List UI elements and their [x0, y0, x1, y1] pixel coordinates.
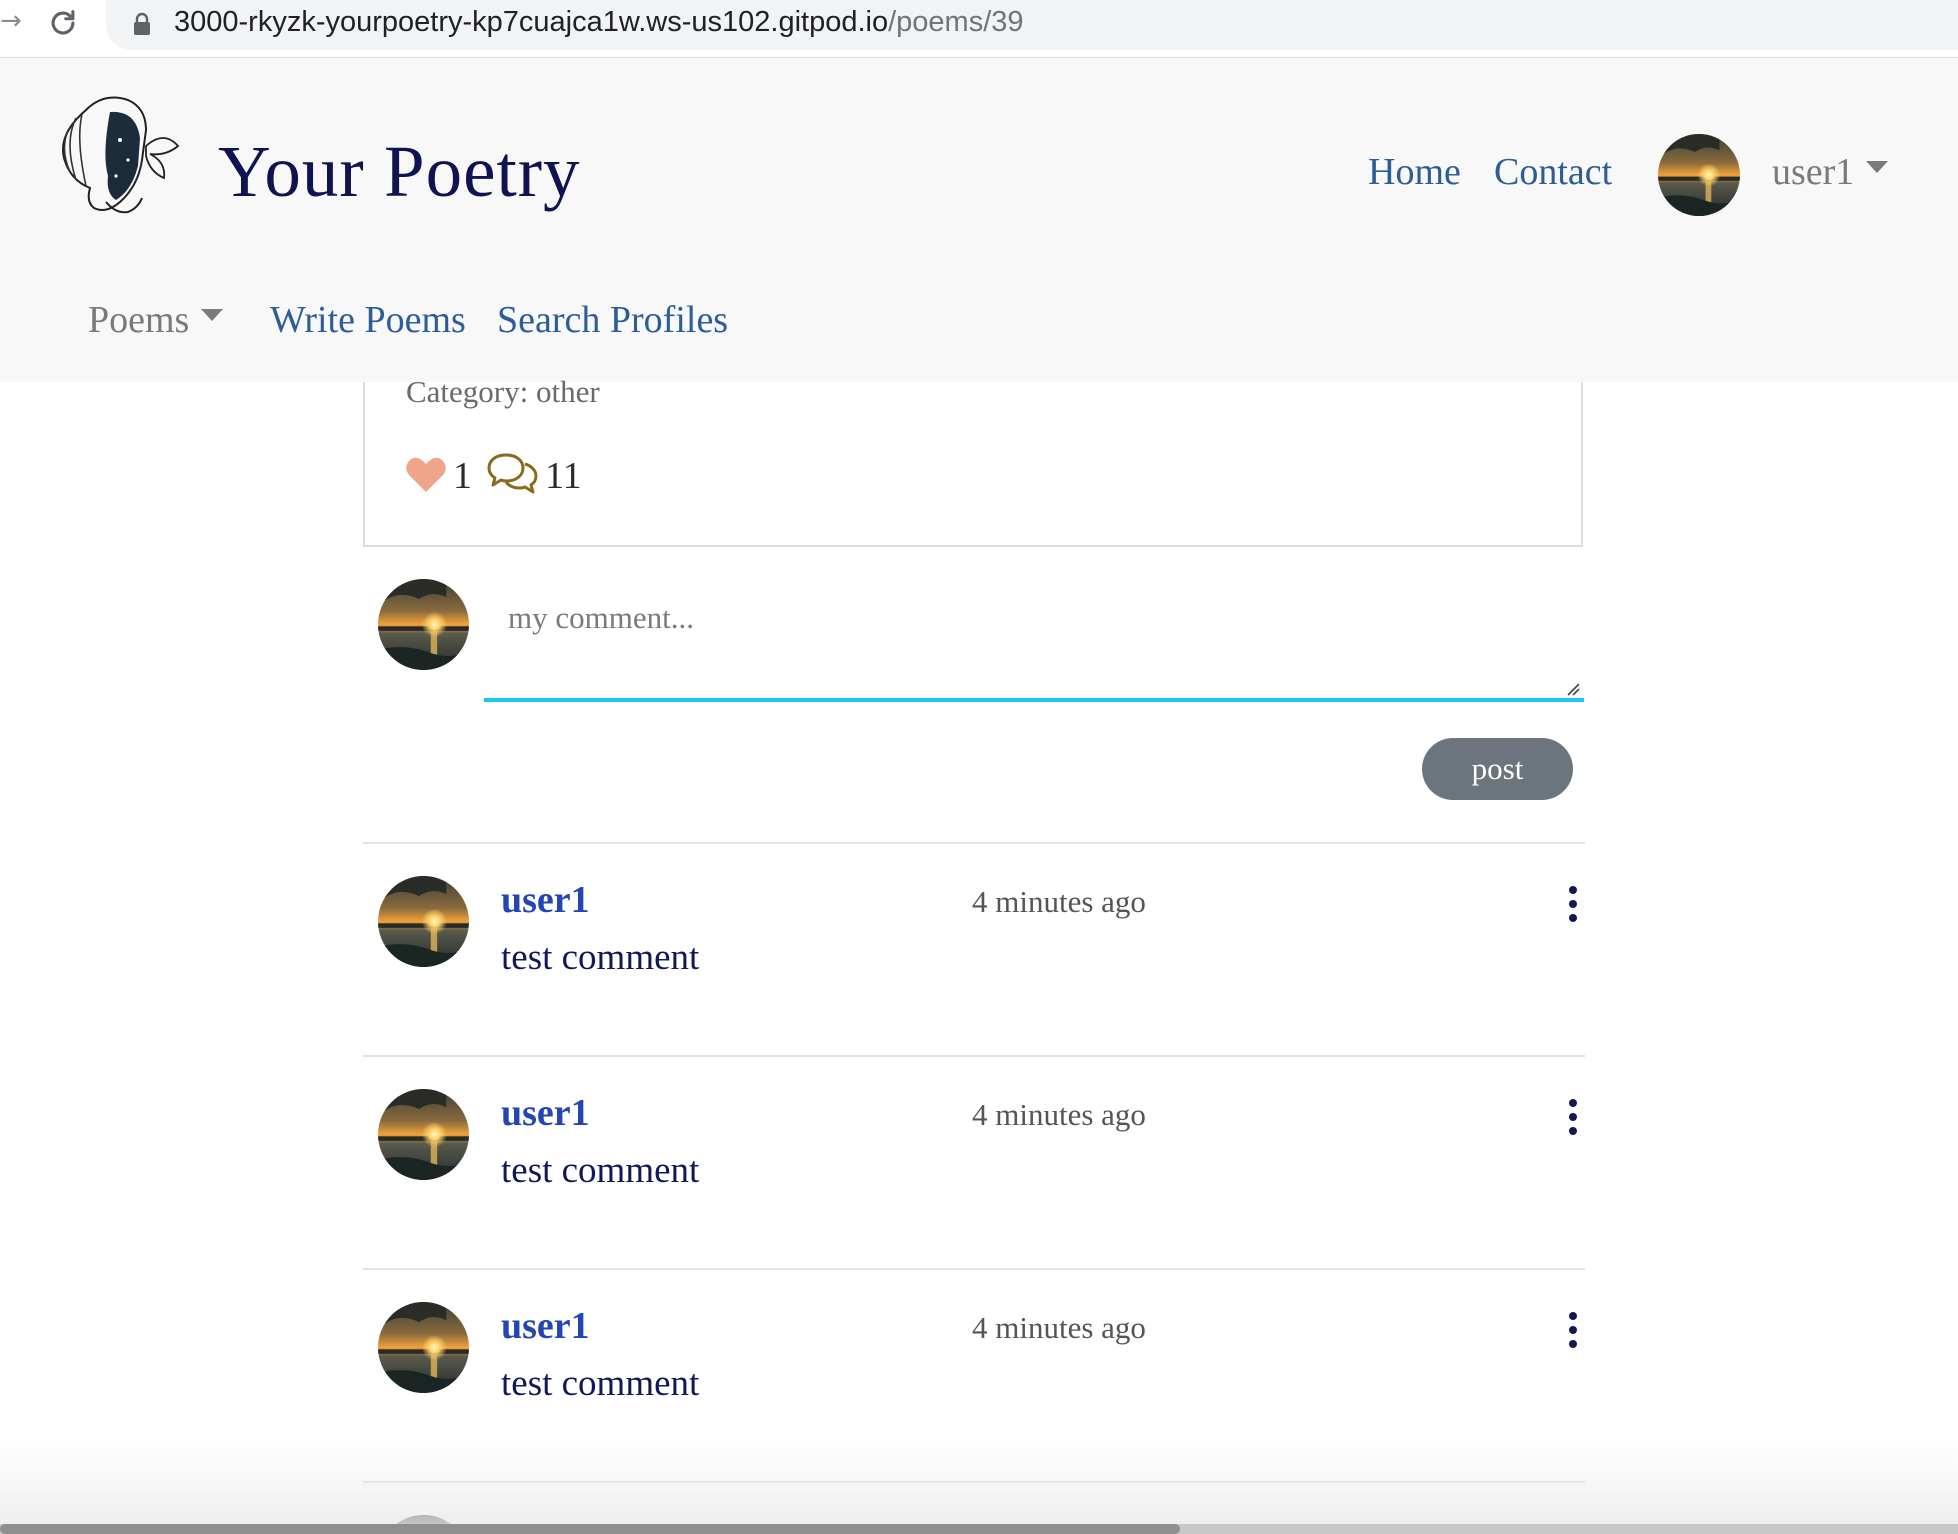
comment-timestamp: 4 minutes ago: [972, 1310, 1146, 1345]
scrollbar-thumb[interactable]: [0, 1524, 1180, 1534]
reload-icon[interactable]: [46, 6, 80, 40]
caret-down-icon: [201, 309, 224, 322]
avatar-image: [378, 579, 469, 670]
avatar[interactable]: [378, 876, 469, 967]
user-menu-label: user1: [1772, 151, 1855, 193]
avatar[interactable]: [378, 1302, 469, 1393]
nav-home-link[interactable]: Home: [1368, 150, 1461, 194]
brand-title[interactable]: Your Poetry: [218, 130, 581, 214]
nav-contact-link[interactable]: Contact: [1494, 150, 1612, 194]
comment-item: user1 4 minutes ago test comment: [363, 842, 1585, 1055]
comment-timestamp: 4 minutes ago: [972, 1097, 1146, 1132]
lock-icon: [134, 12, 150, 35]
poems-dropdown[interactable]: Poems: [88, 298, 224, 342]
comment-text: test comment: [501, 937, 700, 978]
url-path: /poems/39: [888, 6, 1024, 38]
comment-author-link[interactable]: user1: [501, 1304, 590, 1348]
avatar[interactable]: [378, 1089, 469, 1180]
comments-icon[interactable]: [486, 452, 538, 496]
comment-textarea[interactable]: [484, 580, 1584, 702]
more-options-icon[interactable]: [1563, 884, 1583, 924]
poem-card: Category: other 1 11: [363, 374, 1583, 547]
site-header: Your Poetry Home Contact user1 Poems Wri…: [0, 58, 1958, 382]
poetry-logo-icon[interactable]: [46, 90, 186, 225]
comment-text: test comment: [501, 1150, 700, 1191]
avatar-image: [1658, 134, 1740, 216]
comments-count: 11: [545, 455, 582, 497]
avatar-image: [378, 876, 469, 967]
poem-category: Category: other: [406, 374, 600, 409]
browser-toolbar: → 3000-rkyzk-yourpoetry-kp7cuajca1w.ws-u…: [0, 0, 1958, 58]
resize-handle-icon[interactable]: [1564, 680, 1580, 696]
comment-item: user1 4 minutes ago test comment: [363, 1055, 1585, 1268]
comment-author-link[interactable]: user1: [501, 878, 590, 922]
avatar-image: [378, 1302, 469, 1393]
horizontal-scrollbar[interactable]: [0, 1524, 1958, 1534]
avatar[interactable]: [1658, 134, 1740, 216]
page-bottom-fade: [0, 1440, 1958, 1534]
avatar-image: [378, 1089, 469, 1180]
address-bar[interactable]: 3000-rkyzk-yourpoetry-kp7cuajca1w.ws-us1…: [106, 0, 1958, 50]
comment-timestamp: 4 minutes ago: [972, 884, 1146, 919]
forward-arrow-icon[interactable]: →: [0, 6, 22, 36]
url-text: 3000-rkyzk-yourpoetry-kp7cuajca1w.ws-us1…: [174, 6, 1024, 39]
search-profiles-link[interactable]: Search Profiles: [497, 298, 728, 342]
url-host: 3000-rkyzk-yourpoetry-kp7cuajca1w.ws-us1…: [174, 6, 889, 38]
write-poems-link[interactable]: Write Poems: [270, 298, 466, 342]
comment-text: test comment: [501, 1363, 700, 1404]
post-button[interactable]: post: [1422, 738, 1573, 800]
poems-dropdown-label: Poems: [88, 299, 190, 341]
comment-author-link[interactable]: user1: [501, 1091, 590, 1135]
avatar[interactable]: [378, 579, 469, 670]
caret-down-icon: [1866, 161, 1889, 174]
user-menu-dropdown[interactable]: user1: [1772, 150, 1889, 194]
likes-count: 1: [453, 455, 472, 497]
more-options-icon[interactable]: [1563, 1097, 1583, 1137]
more-options-icon[interactable]: [1563, 1310, 1583, 1350]
heart-icon[interactable]: [405, 456, 447, 494]
